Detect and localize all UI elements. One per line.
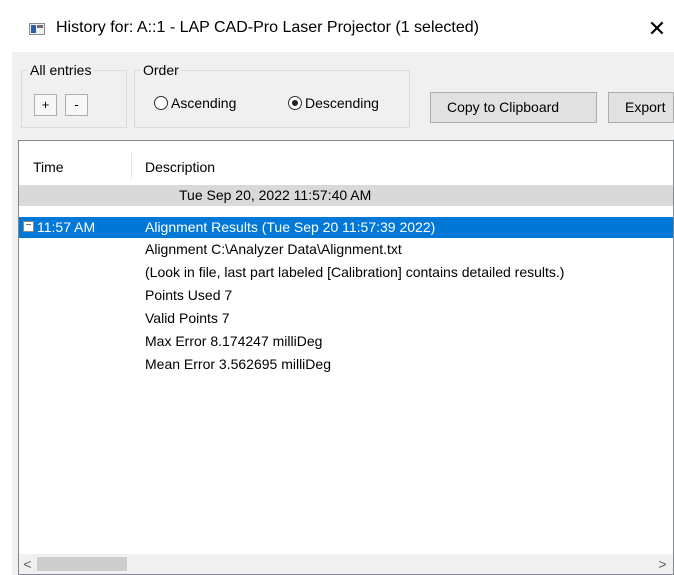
date-group-row[interactable]: Tue Sep 20, 2022 11:57:40 AM	[19, 185, 673, 206]
all-entries-legend: All entries	[30, 62, 92, 78]
list-item[interactable]: Alignment C:\Analyzer Data\Alignment.txt	[19, 239, 673, 260]
copy-to-clipboard-button[interactable]: Copy to Clipboard	[430, 92, 597, 123]
scroll-right-icon[interactable]: >	[654, 554, 671, 574]
column-header-time[interactable]: Time	[33, 159, 64, 175]
ascending-radio[interactable]: Ascending	[154, 93, 236, 113]
descending-label: Descending	[305, 95, 379, 111]
list-item[interactable]: (Look in file, last part labeled [Calibr…	[19, 262, 673, 283]
history-list[interactable]: Time Description Tue Sep 20, 2022 11:57:…	[18, 140, 674, 575]
collapse-all-button[interactable]: -	[65, 94, 88, 116]
list-item[interactable]: Mean Error 3.562695 milliDeg	[19, 354, 673, 375]
list-item[interactable]: Max Error 8.174247 milliDeg	[19, 331, 673, 352]
close-button[interactable]: ✕	[640, 12, 674, 46]
column-header-description[interactable]: Description	[145, 159, 215, 175]
list-header: Time Description	[19, 141, 673, 181]
row-time: 11:57 AM	[37, 219, 96, 235]
list-item[interactable]: Valid Points 7	[19, 308, 673, 329]
scrollbar-thumb[interactable]	[37, 557, 127, 571]
list-item[interactable]: Points Used 7	[19, 285, 673, 306]
horizontal-scrollbar[interactable]: < >	[19, 554, 673, 574]
descending-radio[interactable]: Descending	[288, 93, 379, 113]
row-description: Alignment Results (Tue Sep 20 11:57:39 2…	[145, 219, 436, 235]
window-title: History for: A::1 - LAP CAD-Pro Laser Pr…	[56, 19, 479, 36]
export-button[interactable]: Export	[608, 92, 674, 123]
detail-text: (Look in file, last part labeled [Calibr…	[145, 264, 565, 280]
title-bar: History for: A::1 - LAP CAD-Pro Laser Pr…	[0, 0, 674, 52]
radio-circle-icon	[154, 96, 168, 110]
app-icon	[29, 23, 45, 35]
detail-text: Valid Points 7	[145, 310, 230, 326]
scroll-left-icon[interactable]: <	[19, 554, 36, 574]
expand-all-button[interactable]: +	[34, 94, 57, 116]
detail-text: Max Error 8.174247 milliDeg	[145, 333, 323, 349]
detail-text: Points Used 7	[145, 287, 233, 303]
column-divider[interactable]	[131, 153, 132, 179]
radio-checked-icon	[288, 96, 302, 110]
order-legend: Order	[143, 62, 179, 78]
collapse-tree-icon[interactable]: −	[23, 221, 34, 232]
date-group-label: Tue Sep 20, 2022 11:57:40 AM	[179, 187, 372, 203]
ascending-label: Ascending	[171, 95, 237, 111]
detail-text: Alignment C:\Analyzer Data\Alignment.txt	[145, 241, 402, 257]
detail-text: Mean Error 3.562695 milliDeg	[145, 356, 331, 372]
table-row-selected[interactable]: − 11:57 AM Alignment Results (Tue Sep 20…	[19, 217, 673, 238]
